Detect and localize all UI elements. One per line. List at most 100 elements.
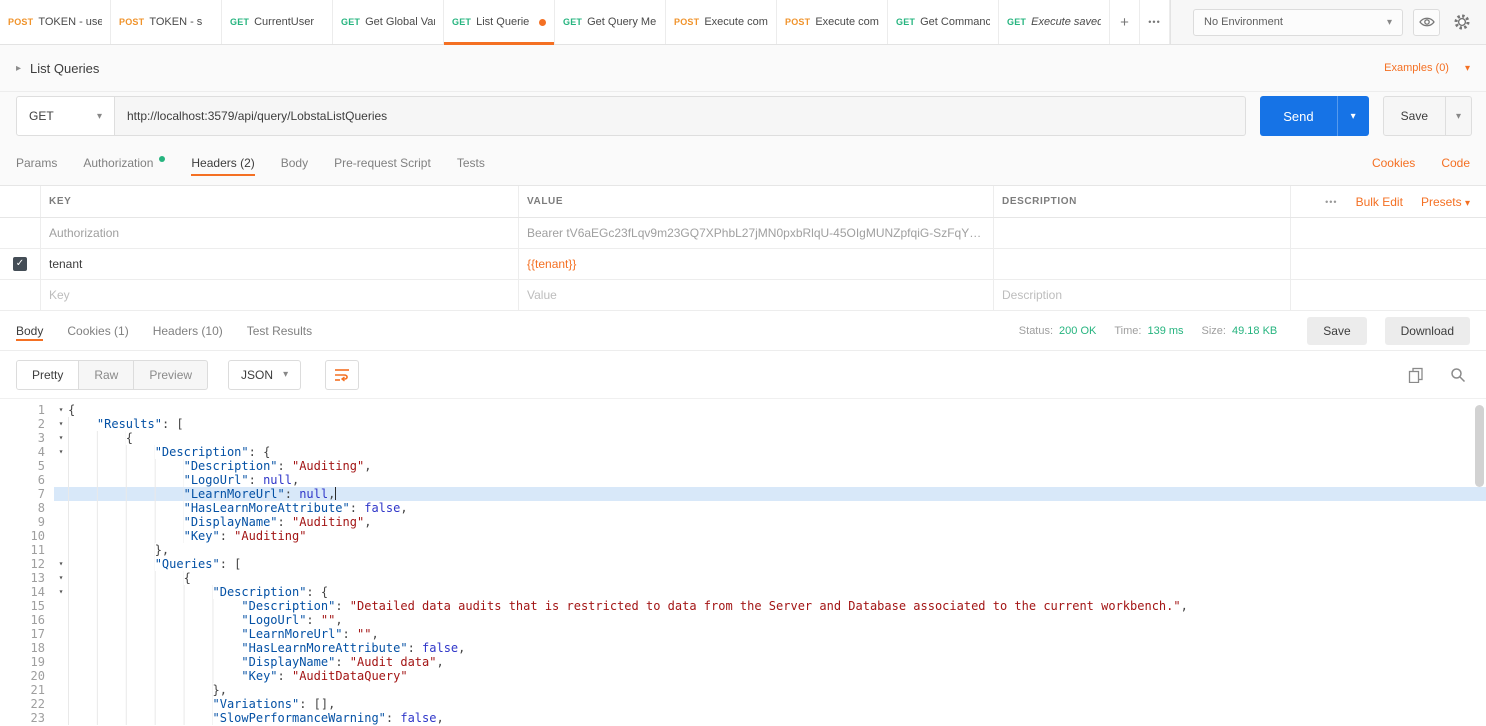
- response-tab-cookies-1[interactable]: Cookies (1): [67, 311, 128, 350]
- code-line-13[interactable]: 13▾ {: [0, 571, 1486, 585]
- code-text[interactable]: "LearnMoreUrl": null,: [68, 487, 1486, 501]
- request-tab-execute-saved[interactable]: GETExecute saved: [999, 0, 1110, 44]
- code-line-11[interactable]: 11 },: [0, 543, 1486, 557]
- wrap-text-button[interactable]: [325, 360, 359, 390]
- request-tab-token-user[interactable]: POSTTOKEN - user: [0, 0, 111, 44]
- code-line-7[interactable]: 7 "LearnMoreUrl": null,: [0, 487, 1486, 501]
- header-enabled-checkbox[interactable]: ✓: [13, 257, 27, 271]
- format-selector[interactable]: JSON ▾: [228, 360, 301, 390]
- send-button[interactable]: Send: [1260, 96, 1336, 136]
- new-tab-button[interactable]: +: [1110, 0, 1140, 44]
- url-input[interactable]: [115, 96, 1246, 136]
- code-line-22[interactable]: 22 "Variations": [],: [0, 697, 1486, 711]
- copy-icon[interactable]: [1408, 367, 1424, 383]
- code-text[interactable]: },: [68, 543, 1486, 557]
- tab-authorization[interactable]: Authorization: [83, 140, 165, 185]
- code-line-15[interactable]: 15 "Description": "Detailed data audits …: [0, 599, 1486, 613]
- code-line-2[interactable]: 2▾ "Results": [: [0, 417, 1486, 431]
- bulk-edit-link[interactable]: Bulk Edit: [1356, 195, 1403, 209]
- response-tab-headers-10[interactable]: Headers (10): [153, 311, 223, 350]
- code-line-17[interactable]: 17 "LearnMoreUrl": "",: [0, 627, 1486, 641]
- code-text[interactable]: "Description": {: [68, 445, 1486, 459]
- header-description-field[interactable]: [993, 249, 1290, 279]
- request-tab-get-query-me[interactable]: GETGet Query Me: [555, 0, 666, 44]
- header-key-field[interactable]: tenant: [40, 249, 518, 279]
- code-text[interactable]: "HasLearnMoreAttribute": false,: [68, 641, 1486, 655]
- code-line-4[interactable]: 4▾ "Description": {: [0, 445, 1486, 459]
- fold-arrow-icon[interactable]: ▾: [59, 419, 64, 428]
- header-description-field[interactable]: [993, 218, 1290, 248]
- save-request-button[interactable]: Save: [1383, 96, 1446, 136]
- download-response-button[interactable]: Download: [1385, 317, 1470, 345]
- code-text[interactable]: "Description": "Detailed data audits tha…: [68, 599, 1486, 613]
- scrollbar-thumb[interactable]: [1475, 405, 1484, 487]
- save-response-button[interactable]: Save: [1307, 317, 1366, 345]
- header-description-field[interactable]: Description: [993, 280, 1290, 310]
- scrollbar-track[interactable]: [1475, 405, 1484, 720]
- code-text[interactable]: {: [68, 403, 1486, 417]
- settings-gear-button[interactable]: [1450, 9, 1474, 36]
- code-text[interactable]: "Description": "Auditing",: [68, 459, 1486, 473]
- request-tab-list-querie[interactable]: GETList Querie: [444, 0, 555, 44]
- code-text[interactable]: "LearnMoreUrl": "",: [68, 627, 1486, 641]
- request-tab-currentuser[interactable]: GETCurrentUser: [222, 0, 333, 44]
- cookies-link[interactable]: Cookies: [1372, 156, 1415, 170]
- header-key-field[interactable]: Authorization: [40, 218, 518, 248]
- code-text[interactable]: "Variations": [],: [68, 697, 1486, 711]
- code-line-16[interactable]: 16 "LogoUrl": "",: [0, 613, 1486, 627]
- fold-arrow-icon[interactable]: ▾: [59, 447, 64, 456]
- tab-params[interactable]: Params: [16, 140, 57, 185]
- code-line-8[interactable]: 8 "HasLearnMoreAttribute": false,: [0, 501, 1486, 515]
- header-value-field[interactable]: Bearer tV6aEGc23fLqv9m23GQ7XPhbL27jMN0px…: [518, 218, 993, 248]
- view-mode-pretty[interactable]: Pretty: [17, 361, 79, 389]
- more-options-icon[interactable]: •••: [1325, 197, 1337, 207]
- view-mode-raw[interactable]: Raw: [79, 361, 134, 389]
- code-text[interactable]: },: [68, 683, 1486, 697]
- tab-headers-2[interactable]: Headers (2): [191, 140, 254, 185]
- save-options-button[interactable]: ▾: [1446, 96, 1472, 136]
- code-text[interactable]: "Description": {: [68, 585, 1486, 599]
- code-link[interactable]: Code: [1441, 156, 1470, 170]
- code-line-23[interactable]: 23 "SlowPerformanceWarning": false,: [0, 711, 1486, 725]
- code-text[interactable]: "Key": "Auditing": [68, 529, 1486, 543]
- response-tab-test-results[interactable]: Test Results: [247, 311, 312, 350]
- request-tab-execute-com[interactable]: POSTExecute com: [777, 0, 888, 44]
- request-tab-get-commanc[interactable]: GETGet Commanc: [888, 0, 999, 44]
- code-line-14[interactable]: 14▾ "Description": {: [0, 585, 1486, 599]
- request-tab-get-global-var[interactable]: GETGet Global Var: [333, 0, 444, 44]
- view-mode-preview[interactable]: Preview: [134, 361, 207, 389]
- header-key-field[interactable]: Key: [40, 280, 518, 310]
- fold-arrow-icon[interactable]: ▾: [59, 573, 64, 582]
- code-text[interactable]: "Queries": [: [68, 557, 1486, 571]
- code-text[interactable]: "DisplayName": "Auditing",: [68, 515, 1486, 529]
- code-line-18[interactable]: 18 "HasLearnMoreAttribute": false,: [0, 641, 1486, 655]
- fold-arrow-icon[interactable]: ▾: [59, 405, 64, 414]
- code-line-3[interactable]: 3▾ {: [0, 431, 1486, 445]
- header-value-field[interactable]: {{tenant}}: [518, 249, 993, 279]
- tab-overflow-button[interactable]: •••: [1140, 0, 1170, 44]
- code-line-20[interactable]: 20 "Key": "AuditDataQuery": [0, 669, 1486, 683]
- search-icon[interactable]: [1450, 367, 1466, 383]
- header-value-field[interactable]: Value: [518, 280, 993, 310]
- code-line-19[interactable]: 19 "DisplayName": "Audit data",: [0, 655, 1486, 669]
- environment-quick-look-button[interactable]: [1413, 9, 1440, 36]
- collapse-caret-icon[interactable]: ▸: [16, 63, 21, 74]
- fold-arrow-icon[interactable]: ▾: [59, 433, 64, 442]
- code-text[interactable]: "Key": "AuditDataQuery": [68, 669, 1486, 683]
- code-text[interactable]: "LogoUrl": "",: [68, 613, 1486, 627]
- code-text[interactable]: {: [68, 431, 1486, 445]
- send-options-button[interactable]: ▾: [1337, 96, 1369, 136]
- code-line-21[interactable]: 21 },: [0, 683, 1486, 697]
- code-text[interactable]: "DisplayName": "Audit data",: [68, 655, 1486, 669]
- response-body-viewer[interactable]: 1▾{2▾ "Results": [3▾ {4▾ "Description": …: [0, 399, 1486, 726]
- tab-pre-request-script[interactable]: Pre-request Script: [334, 140, 431, 185]
- code-line-6[interactable]: 6 "LogoUrl": null,: [0, 473, 1486, 487]
- code-text[interactable]: "Results": [: [68, 417, 1486, 431]
- code-text[interactable]: {: [68, 571, 1486, 585]
- code-line-9[interactable]: 9 "DisplayName": "Auditing",: [0, 515, 1486, 529]
- fold-arrow-icon[interactable]: ▾: [59, 587, 64, 596]
- code-line-1[interactable]: 1▾{: [0, 403, 1486, 417]
- tab-tests[interactable]: Tests: [457, 140, 485, 185]
- environment-selector[interactable]: No Environment ▾: [1193, 9, 1403, 36]
- presets-dropdown[interactable]: Presets ▾: [1421, 195, 1470, 209]
